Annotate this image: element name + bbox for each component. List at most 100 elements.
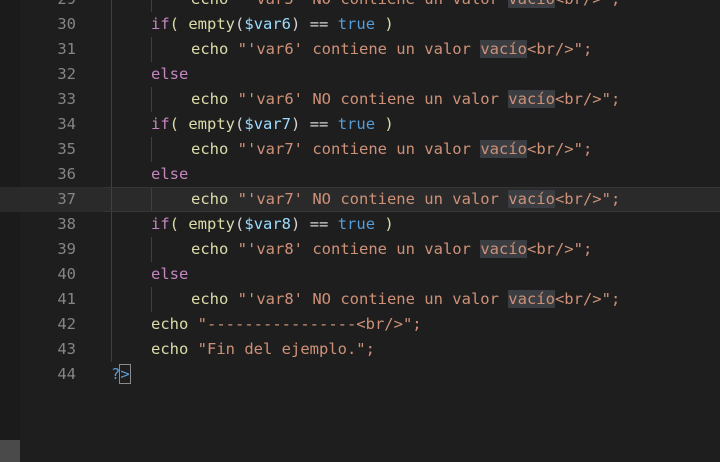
search-match-highlight: vacío (508, 190, 555, 208)
search-match-highlight: vacío (480, 140, 527, 158)
code-text: if( empty($var6) == true ) (151, 12, 394, 37)
code-token: true (337, 115, 376, 133)
code-text: echo "'var7' NO contiene un valor vacío<… (191, 187, 620, 212)
code-token: $var7 (244, 115, 292, 133)
code-token: echo (191, 190, 238, 208)
code-token: empty (188, 215, 236, 233)
text-cursor: > (119, 364, 131, 384)
code-text: echo "Fin del ejemplo."; (151, 337, 375, 362)
code-text: echo "----------------<br/>"; (151, 312, 422, 337)
scrollbar-thumb[interactable] (0, 440, 20, 462)
line-number: 39 (57, 240, 76, 258)
search-match-highlight: vacío (480, 240, 527, 258)
code-token: "'var8' NO contiene un valor (237, 290, 509, 308)
code-token: $var6 (244, 15, 292, 33)
code-token: == (309, 215, 329, 233)
code-token: "'var7' NO contiene un valor (237, 190, 509, 208)
search-match-highlight: vacío (508, 90, 555, 108)
code-token: echo (191, 40, 238, 58)
code-token: == (309, 15, 329, 33)
code-token: "'var5' NO contiene un valor (238, 0, 509, 8)
code-editor[interactable]: 29 echo "'var5' NO contiene un valor vací… (0, 0, 720, 462)
code-line[interactable]: 37 echo "'var7' NO contiene un valor vací… (0, 187, 720, 212)
code-text: echo "'var7' contiene un valor vacío<br/… (191, 137, 592, 162)
code-token: ) (375, 15, 394, 33)
line-number: 43 (57, 340, 76, 358)
indent-guide (111, 62, 112, 87)
indent-guide (151, 0, 152, 12)
code-token: ) (291, 215, 310, 233)
code-text: else (151, 262, 188, 287)
code-token: echo (191, 140, 238, 158)
code-line[interactable]: 39 echo "'var8' contiene un valor vacío<b… (0, 237, 720, 262)
code-line[interactable]: 36 else (0, 162, 720, 187)
code-token: else (151, 65, 189, 83)
code-token: "'var8' contiene un valor (237, 240, 481, 258)
code-line[interactable]: 31 echo "'var6' contiene un valor vacío<b… (0, 37, 720, 62)
line-number: 33 (57, 90, 76, 108)
code-token: "Fin del ejemplo."; (197, 340, 375, 358)
code-text: ?> (111, 362, 131, 387)
code-token: <br/>"; (555, 0, 620, 8)
code-text: echo "'var6' contiene un valor vacío<br/… (191, 37, 592, 62)
indent-guide (151, 187, 152, 212)
code-token: $var8 (244, 215, 292, 233)
code-line[interactable]: 38 if( empty($var8) == true ) (0, 212, 720, 237)
indent-guide (111, 312, 112, 337)
code-token: ) (375, 115, 394, 133)
indent-guide (111, 0, 112, 12)
code-token: ? (111, 365, 121, 383)
indent-guide (111, 87, 112, 112)
code-line[interactable]: 40 else (0, 262, 720, 287)
line-number: 42 (57, 315, 76, 333)
indent-guide (111, 12, 112, 37)
line-number: 36 (57, 165, 76, 183)
code-token: if (151, 115, 170, 133)
code-line[interactable]: 41 echo "'var8' NO contiene un valor vací… (0, 287, 720, 312)
code-line[interactable]: 29 echo "'var5' NO contiene un valor vací… (0, 0, 720, 12)
code-token: true (337, 15, 376, 33)
code-token: ( (235, 215, 245, 233)
code-line[interactable]: 44 ?> (0, 362, 720, 387)
code-text: else (151, 162, 188, 187)
indent-guide (111, 112, 112, 137)
code-line[interactable]: 30 if( empty($var6) == true ) (0, 12, 720, 37)
code-line[interactable]: 35 echo "'var7' contiene un valor vacío<b… (0, 137, 720, 162)
code-token: <br/>"; (526, 140, 593, 158)
code-token: ( (169, 15, 189, 33)
code-token: <br/>"; (554, 290, 621, 308)
code-token: ( (169, 215, 189, 233)
indent-guide (151, 87, 152, 112)
indent-guide (111, 137, 112, 162)
code-token: echo (151, 315, 198, 333)
indent-guide (151, 37, 152, 62)
search-match-highlight: vacío (508, 290, 555, 308)
code-token: ( (235, 115, 245, 133)
code-token: "'var7' contiene un valor (237, 140, 481, 158)
search-match-highlight: vacío (508, 0, 555, 8)
indent-guide (111, 162, 112, 187)
indent-guide (111, 212, 112, 237)
code-line[interactable]: 42 echo "----------------<br/>"; (0, 312, 720, 337)
code-token: else (151, 265, 189, 283)
line-number: 38 (57, 215, 76, 233)
code-line[interactable]: 34 if( empty($var7) == true ) (0, 112, 720, 137)
code-token: ) (375, 215, 394, 233)
line-number: 41 (57, 290, 76, 308)
code-token: <br/>"; (526, 240, 593, 258)
code-line[interactable]: 33 echo "'var6' NO contiene un valor vací… (0, 87, 720, 112)
code-line[interactable]: 43 echo "Fin del ejemplo."; (0, 337, 720, 362)
code-line[interactable]: 32 else (0, 62, 720, 87)
indent-guide (111, 287, 112, 312)
code-text: echo "'var8' NO contiene un valor vacío<… (191, 287, 620, 312)
indent-guide (111, 262, 112, 287)
line-number: 40 (57, 265, 76, 283)
indent-guide (111, 237, 112, 262)
code-text: if( empty($var8) == true ) (151, 212, 394, 237)
code-token: <br/>"; (526, 40, 593, 58)
code-token: ( (235, 15, 245, 33)
line-number: 44 (57, 365, 76, 383)
code-token: <br/>"; (554, 190, 621, 208)
code-token: true (337, 215, 376, 233)
